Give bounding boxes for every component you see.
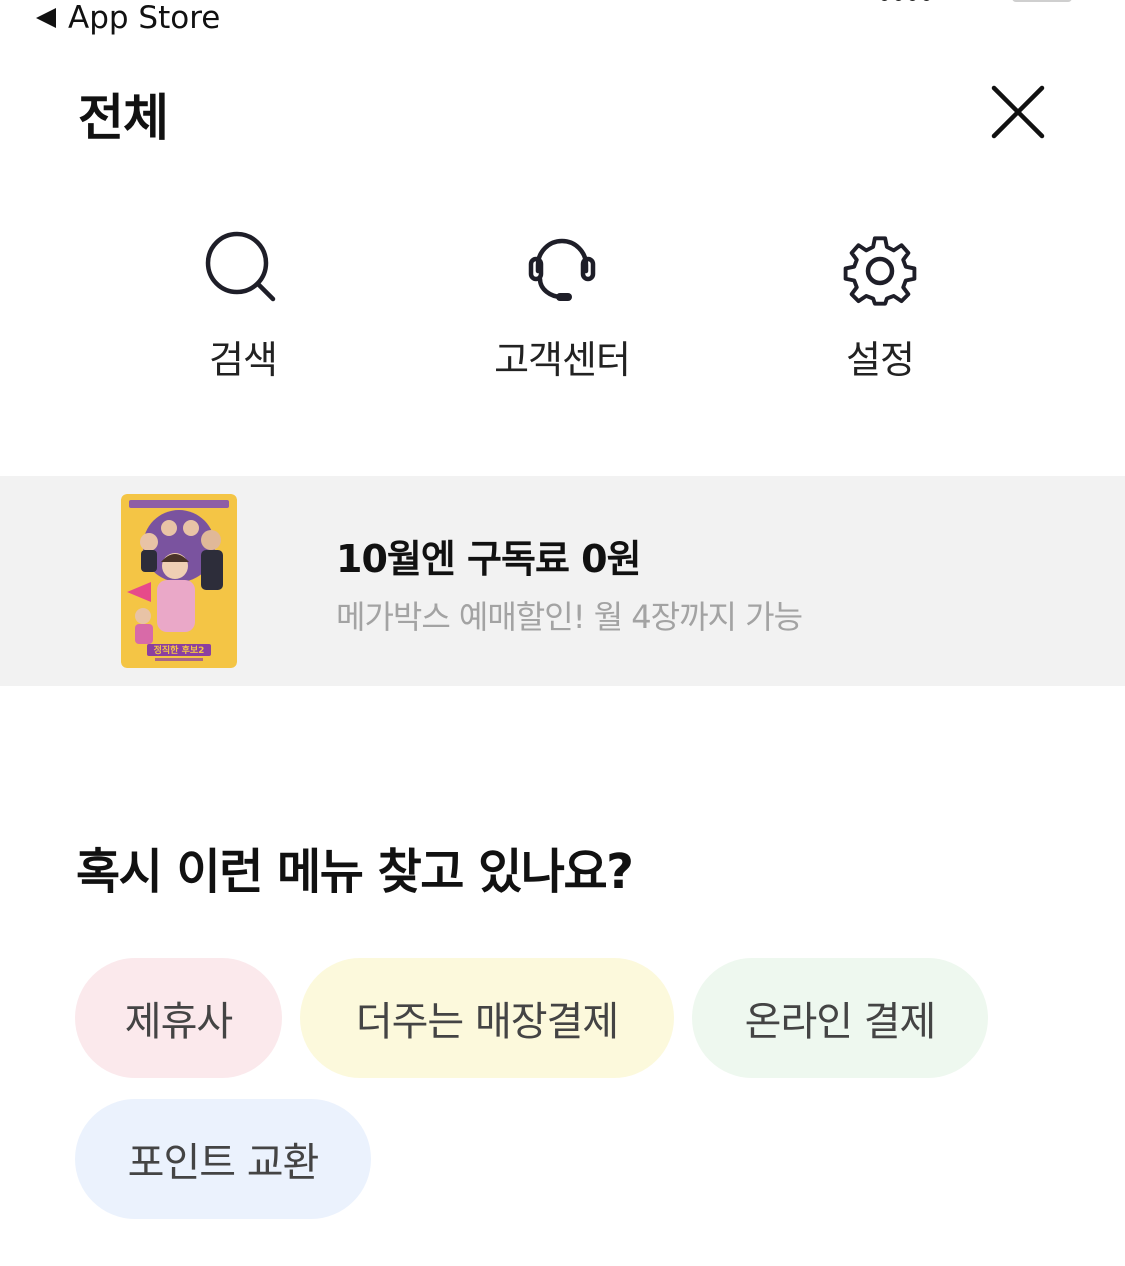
- subscription-banner[interactable]: 정직한 후보2 10월엔 구독료 0원 메가박스 예매할인! 월 4장까지 가능: [0, 476, 1125, 686]
- chip-partners[interactable]: 제휴사: [75, 958, 282, 1078]
- close-button[interactable]: [986, 80, 1050, 144]
- quick-menu-search[interactable]: 검색: [143, 225, 343, 385]
- headset-icon: [528, 238, 596, 301]
- chip-label: 더주는 매장결제: [355, 999, 619, 1045]
- back-arrow-icon: [36, 8, 56, 28]
- close-icon: [991, 85, 1045, 139]
- banner-title: 10월엔 구독료 0원: [336, 537, 642, 581]
- back-app-label: App Store: [68, 0, 221, 36]
- chip-online-payment[interactable]: 온라인 결제: [692, 958, 988, 1078]
- chip-store-payment[interactable]: 더주는 매장결제: [300, 958, 674, 1078]
- chip-label: 온라인 결제: [744, 999, 937, 1045]
- chip-label: 포인트 교환: [127, 1140, 320, 1186]
- chip-point-exchange[interactable]: 포인트 교환: [75, 1099, 371, 1219]
- gear-icon: [843, 236, 917, 306]
- quick-menu: 검색 고객센터 설정: [0, 225, 1125, 385]
- search-icon: [205, 231, 276, 302]
- quick-menu-label: 검색: [209, 338, 278, 382]
- signal-icon: [880, 0, 931, 1]
- battery-icon: [1012, 0, 1072, 2]
- poster-title-text: 정직한 후보2: [154, 644, 205, 656]
- quick-menu-label: 설정: [846, 338, 915, 382]
- quick-menu-settings[interactable]: 설정: [780, 225, 980, 385]
- quick-menu-customer-center[interactable]: 고객센터: [462, 225, 662, 385]
- banner-subtitle: 메가박스 예매할인! 월 4장까지 가능: [336, 598, 803, 636]
- quick-menu-label: 고객센터: [494, 338, 631, 382]
- page-title: 전체: [78, 89, 169, 147]
- back-to-app-store[interactable]: App Store: [36, 0, 220, 36]
- movie-poster-image: 정직한 후보2: [121, 494, 237, 668]
- chip-label: 제휴사: [124, 999, 233, 1045]
- suggestion-heading: 혹시 이런 메뉴 찾고 있나요?: [76, 844, 634, 900]
- status-bar: App Store: [0, 0, 1125, 44]
